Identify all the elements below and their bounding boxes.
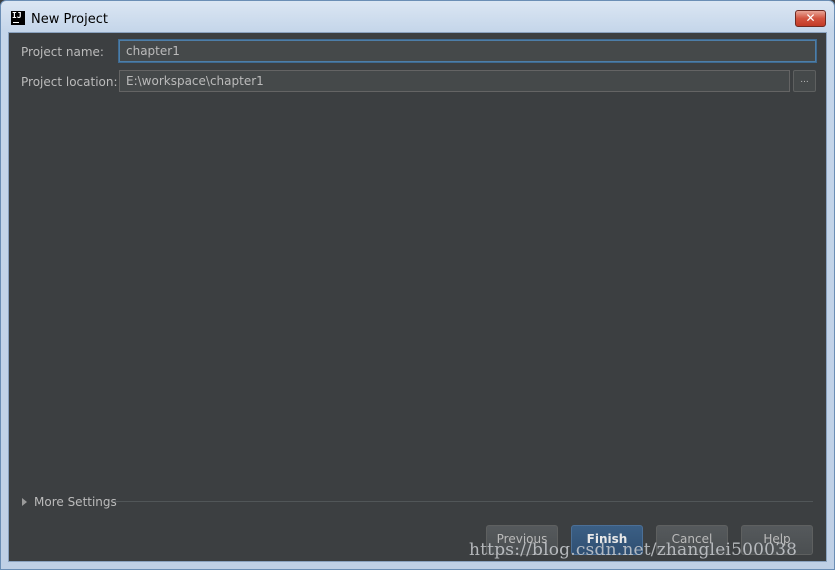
watermark-text: https://blog.csdn.net/zhanglei500038 [469,540,798,560]
project-name-label: Project name: [21,45,104,59]
more-settings-toggle[interactable]: More Settings [22,495,117,509]
intellij-app-icon: IJ [11,11,25,25]
project-location-input[interactable]: E:\workspace\chapter1 [119,70,790,92]
dialog-content: Project name: chapter1 Project location:… [8,32,827,562]
more-settings-label: More Settings [34,495,117,509]
project-name-input[interactable]: chapter1 [119,40,816,62]
project-location-label: Project location: [21,75,118,89]
title-bar: IJ New Project ✕ [1,1,834,33]
browse-location-button[interactable]: ... [793,70,816,92]
new-project-dialog: IJ New Project ✕ Project name: chapter1 … [0,0,835,570]
divider [113,501,813,502]
window-title: New Project [31,12,108,27]
expand-triangle-icon [22,498,27,506]
close-button[interactable]: ✕ [795,10,826,27]
